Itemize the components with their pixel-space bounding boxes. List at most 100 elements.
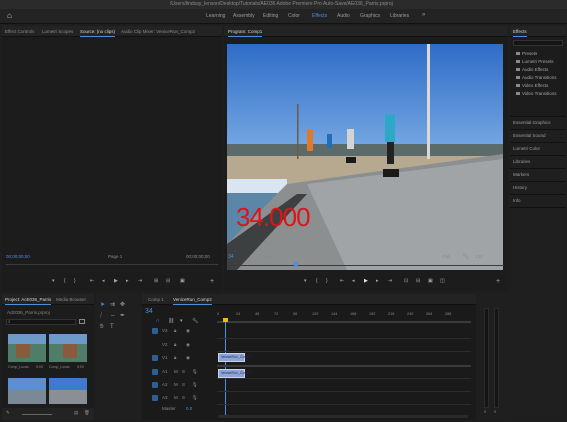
- ripple-edit-icon[interactable]: ✥: [120, 302, 125, 308]
- workspace-effects[interactable]: Effects: [312, 13, 327, 19]
- go-to-in-icon[interactable]: ⇤: [90, 278, 94, 284]
- project-thumbnail[interactable]: [49, 334, 87, 362]
- out-point-icon[interactable]: }: [74, 278, 76, 284]
- effects-item-audio-effects[interactable]: Audio Effects: [516, 67, 548, 72]
- track-label[interactable]: A1: [162, 369, 168, 374]
- pen-tool-icon[interactable]: ✒︎: [120, 313, 125, 319]
- source-scrubber[interactable]: [6, 264, 218, 265]
- effects-title[interactable]: Effects: [513, 29, 527, 37]
- timeline-clip-audio[interactable]: VeniceRun_Comp2: [218, 369, 251, 378]
- export-frame-icon[interactable]: ▣: [428, 278, 433, 284]
- work-area-bar[interactable]: [217, 321, 471, 323]
- track-label[interactable]: V1: [162, 355, 168, 360]
- eye-icon[interactable]: ◉: [186, 355, 190, 361]
- double-chevron-right-icon[interactable]: »: [422, 12, 425, 18]
- tab-program[interactable]: Program: Comp1: [228, 29, 263, 37]
- settings-wrench-icon[interactable]: 🔧︎: [192, 318, 198, 324]
- zoom-slider[interactable]: [22, 414, 52, 415]
- workspace-libraries[interactable]: Libraries: [390, 13, 409, 19]
- snap-icon[interactable]: ∩: [156, 318, 160, 324]
- selection-tool-icon[interactable]: ➤: [100, 302, 105, 308]
- trash-icon[interactable]: 🗑︎: [84, 410, 90, 416]
- source-patch-button[interactable]: [152, 382, 158, 388]
- track-label[interactable]: V3: [162, 328, 168, 333]
- track-label[interactable]: V2: [162, 342, 168, 347]
- panel-essential-graphics[interactable]: Essential Graphics: [513, 120, 551, 125]
- source-page-label[interactable]: Page 1: [108, 254, 122, 259]
- workspace-editing[interactable]: Editing: [263, 13, 278, 19]
- comparison-icon[interactable]: ◫: [440, 278, 445, 284]
- project-search-input[interactable]: ⌕: [6, 319, 76, 325]
- add-marker-icon[interactable]: ▾: [180, 318, 183, 324]
- workspace-graphics[interactable]: Graphics: [360, 13, 380, 19]
- step-back-icon[interactable]: ◂: [102, 278, 105, 284]
- chevron-down-icon[interactable]: ▾: [278, 254, 280, 260]
- microphone-icon[interactable]: 🎙︎: [192, 369, 198, 375]
- extract-icon[interactable]: ⊟: [416, 278, 420, 284]
- mute-button[interactable]: M: [174, 369, 178, 374]
- source-patch-button[interactable]: [152, 328, 158, 334]
- pencil-icon[interactable]: ✎: [6, 410, 10, 416]
- track-label[interactable]: A2: [162, 382, 168, 387]
- tab-veniceRun-comp2[interactable]: VeniceRun_Comp2: [173, 297, 212, 305]
- tab-audio-clip-mixer[interactable]: Audio Clip Mixer: VeniceRun_Comp2: [121, 29, 195, 34]
- timeline-playhead-readout[interactable]: 34: [145, 308, 153, 315]
- in-point-icon[interactable]: {: [64, 278, 66, 284]
- effects-item-audio-transitions[interactable]: Audio Transitions: [516, 75, 557, 80]
- workspace-audio[interactable]: Audio: [337, 13, 350, 19]
- tab-effect-controls[interactable]: Effect Controls: [5, 29, 34, 34]
- panel-info[interactable]: Info: [513, 198, 521, 203]
- hand-tool-icon[interactable]: ✋︎: [100, 324, 103, 330]
- project-thumbnail[interactable]: [8, 334, 46, 362]
- out-point-icon[interactable]: }: [326, 278, 328, 284]
- solo-button[interactable]: S: [182, 369, 185, 374]
- master-value[interactable]: 0.0: [186, 406, 192, 411]
- lock-icon[interactable]: 🔒︎: [174, 355, 176, 360]
- marker-icon[interactable]: ▾: [52, 278, 55, 284]
- meter-solo-right[interactable]: S: [494, 410, 496, 414]
- tab-comp1[interactable]: Comp 1: [148, 297, 164, 302]
- program-frame-readout[interactable]: 34: [228, 254, 234, 260]
- lock-icon[interactable]: 🔒︎: [174, 328, 176, 333]
- program-resolution[interactable]: Full: [443, 254, 450, 259]
- lock-icon[interactable]: 🔒︎: [174, 342, 176, 347]
- tab-media-browser[interactable]: Media Browser: [56, 297, 86, 302]
- tab-source[interactable]: Source: (no clips): [80, 29, 116, 37]
- microphone-icon[interactable]: 🎙︎: [192, 382, 198, 388]
- source-patch-button[interactable]: [152, 395, 158, 401]
- new-item-icon[interactable]: ▤: [74, 410, 78, 416]
- play-icon[interactable]: ▶: [364, 278, 368, 284]
- effects-item-video-effects[interactable]: Video Effects: [516, 83, 548, 88]
- solo-button[interactable]: S: [182, 382, 185, 387]
- mute-button[interactable]: M: [174, 382, 178, 387]
- source-patch-button[interactable]: [152, 369, 158, 375]
- go-to-out-icon[interactable]: ⇥: [388, 278, 392, 284]
- play-icon[interactable]: ▶: [114, 278, 118, 284]
- workspace-learning[interactable]: Learning: [206, 13, 225, 19]
- go-to-out-icon[interactable]: ⇥: [138, 278, 142, 284]
- workspace-assembly[interactable]: Assembly: [233, 13, 255, 19]
- in-point-icon[interactable]: {: [316, 278, 318, 284]
- timeline-clip-video[interactable]: VeniceRun_Comp2: [218, 353, 251, 362]
- go-to-in-icon[interactable]: ⇤: [340, 278, 344, 284]
- track-select-icon[interactable]: ⇉: [110, 302, 115, 308]
- source-timecode-left[interactable]: 00;00;00;00: [6, 254, 30, 259]
- add-icon[interactable]: +: [210, 278, 214, 285]
- effects-item-lumetri-presets[interactable]: Lumetri Presets: [516, 59, 554, 64]
- solo-button[interactable]: S: [182, 395, 185, 400]
- insert-icon[interactable]: ⊞: [154, 278, 158, 284]
- timeline-scrollbar[interactable]: [218, 415, 468, 418]
- tab-lumetri-scopes[interactable]: Lumetri Scopes: [42, 29, 73, 34]
- eye-icon[interactable]: ◉: [186, 328, 190, 334]
- wrench-icon[interactable]: 🔧︎: [462, 253, 470, 260]
- home-icon[interactable]: ⌂: [7, 12, 12, 20]
- lift-icon[interactable]: ⊡: [404, 278, 408, 284]
- panel-history[interactable]: History: [513, 185, 527, 190]
- panel-lumetri-color[interactable]: Lumetri Color: [513, 146, 540, 151]
- source-patch-button[interactable]: [152, 355, 158, 361]
- slip-tool-icon[interactable]: ⇔: [110, 313, 116, 319]
- panel-essential-sound[interactable]: Essential Sound: [513, 133, 546, 138]
- effects-item-video-transitions[interactable]: Video Transitions: [516, 91, 556, 96]
- track-label[interactable]: A3: [162, 395, 168, 400]
- type-tool-icon[interactable]: T: [110, 324, 114, 330]
